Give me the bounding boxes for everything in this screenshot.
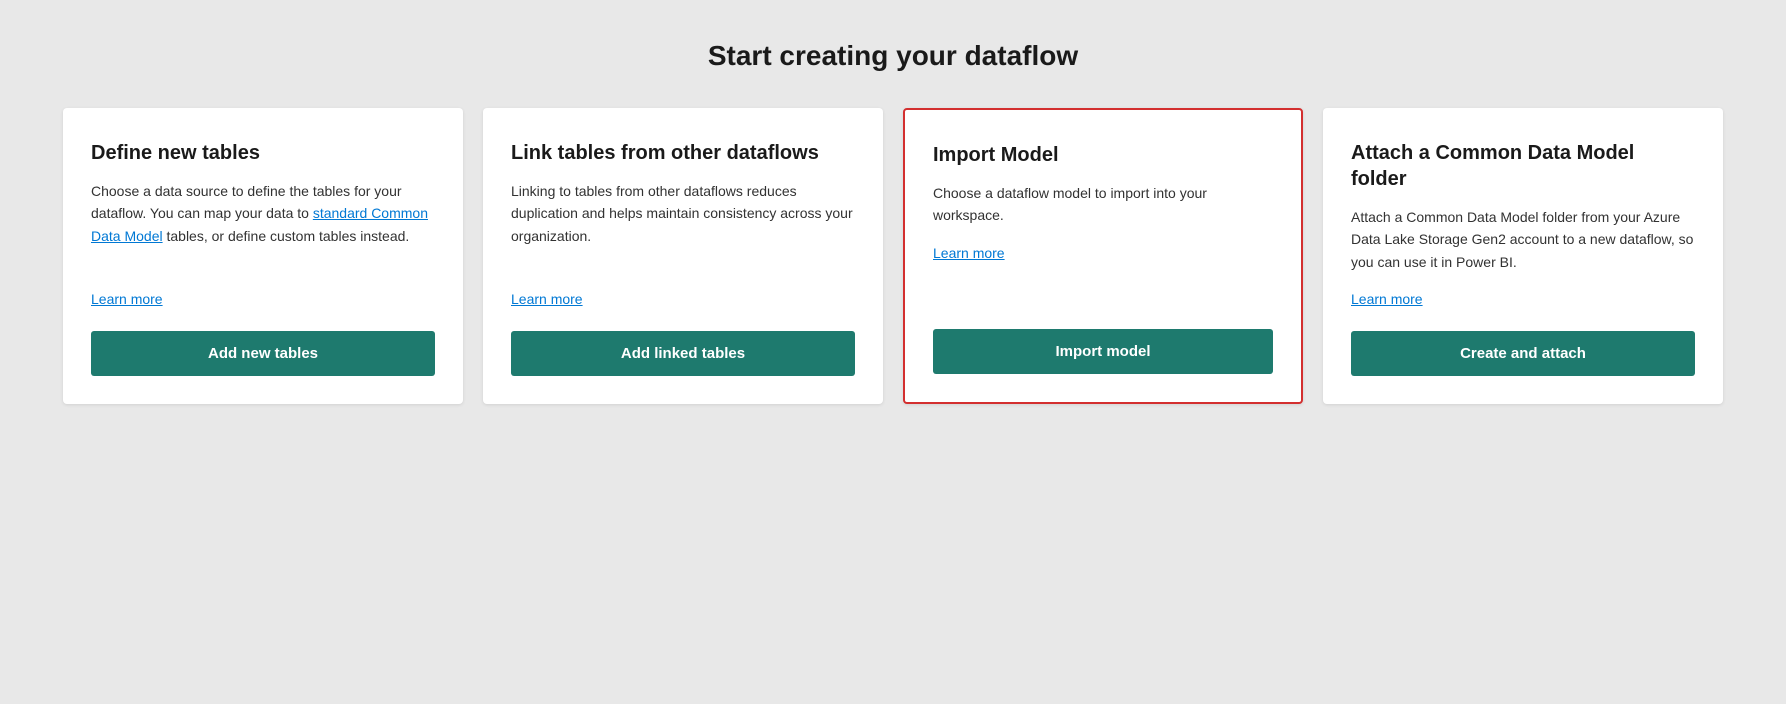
- add-new-tables-button[interactable]: Add new tables: [91, 331, 435, 376]
- card-description-import-model: Choose a dataflow model to import into y…: [933, 182, 1273, 227]
- card-link-tables: Link tables from other dataflows Linking…: [483, 108, 883, 404]
- learn-more-link-define-new-tables[interactable]: Learn more: [91, 291, 435, 307]
- page-title: Start creating your dataflow: [708, 40, 1078, 72]
- card-description-define-new-tables: Choose a data source to define the table…: [91, 180, 435, 273]
- create-and-attach-button[interactable]: Create and attach: [1351, 331, 1695, 376]
- learn-more-link-link-tables[interactable]: Learn more: [511, 291, 855, 307]
- card-attach-cdm-folder: Attach a Common Data Model folder Attach…: [1323, 108, 1723, 404]
- standard-cdm-link[interactable]: standard Common Data Model: [91, 205, 428, 243]
- add-linked-tables-button[interactable]: Add linked tables: [511, 331, 855, 376]
- learn-more-link-import-model[interactable]: Learn more: [933, 245, 1273, 261]
- card-import-model: Import Model Choose a dataflow model to …: [903, 108, 1303, 404]
- learn-more-link-attach-cdm-folder[interactable]: Learn more: [1351, 291, 1695, 307]
- cards-container: Define new tables Choose a data source t…: [60, 108, 1726, 404]
- card-define-new-tables: Define new tables Choose a data source t…: [63, 108, 463, 404]
- card-description-attach-cdm-folder: Attach a Common Data Model folder from y…: [1351, 206, 1695, 273]
- card-title-define-new-tables: Define new tables: [91, 140, 435, 166]
- card-title-link-tables: Link tables from other dataflows: [511, 140, 855, 166]
- card-description-link-tables: Linking to tables from other dataflows r…: [511, 180, 855, 273]
- card-title-attach-cdm-folder: Attach a Common Data Model folder: [1351, 140, 1695, 192]
- import-model-button[interactable]: Import model: [933, 329, 1273, 374]
- card-title-import-model: Import Model: [933, 142, 1273, 168]
